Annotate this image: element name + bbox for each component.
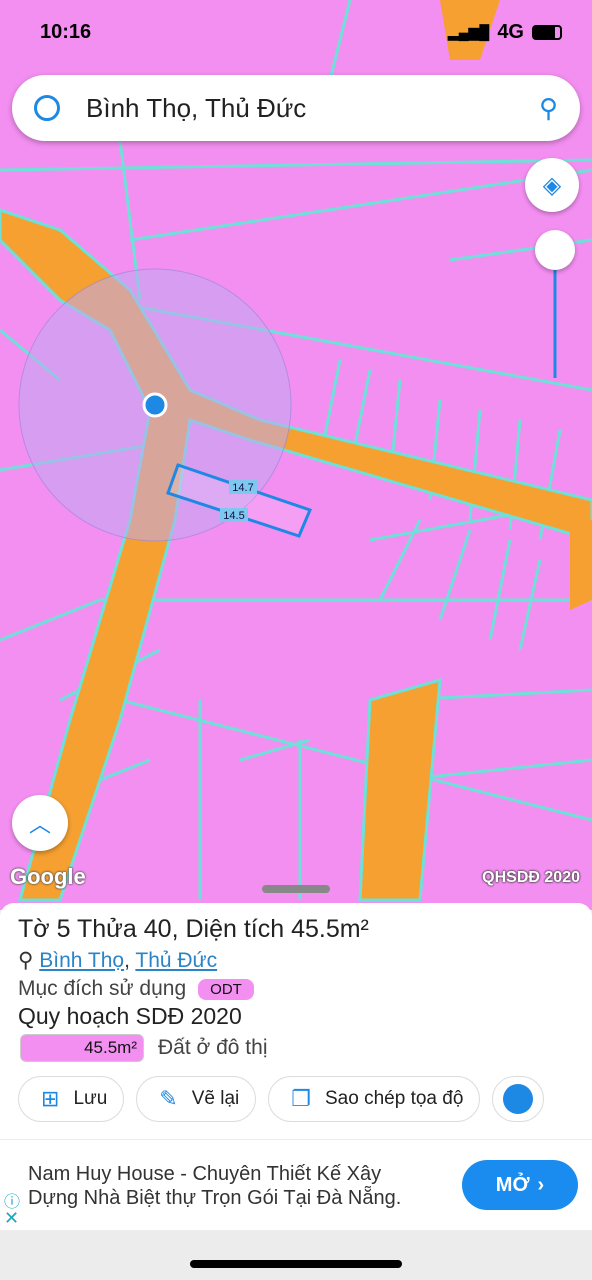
ad-text: Nam Huy House - Chuyên Thiết Kế Xây Dựng… (28, 1163, 402, 1209)
more-action-button[interactable] (492, 1076, 545, 1122)
district-link[interactable]: Thủ Đức (135, 949, 217, 972)
copy-coordinates-button[interactable]: ❐ Sao chép tọa độ (268, 1076, 481, 1122)
search-icon[interactable]: ⚲ (539, 93, 558, 124)
save-file-icon: ⊞ (41, 1086, 60, 1111)
plan-type: Đất ở đô thị (158, 1036, 268, 1059)
purpose-label: Mục đích sử dụng (18, 977, 187, 1000)
sheet-drag-handle[interactable] (262, 885, 330, 893)
search-input[interactable]: Bình Thọ, Thủ Đức (86, 93, 539, 124)
google-logo: Google (10, 864, 86, 889)
plan-area: 45.5m² (20, 1034, 144, 1062)
map-layer-label: QHSDĐ 2020 (482, 869, 580, 886)
battery-icon (532, 24, 562, 40)
clock: 10:16 (40, 20, 92, 43)
purpose-badge: ODT (198, 978, 254, 1000)
ad-open-button[interactable]: MỞ › (462, 1160, 578, 1210)
pin-icon: ⚲ (18, 949, 34, 972)
road-east (358, 677, 442, 902)
ward-link[interactable]: Bình Thọ (39, 949, 124, 972)
layers-icon: ◈ (542, 171, 562, 199)
network-label: 4G (497, 20, 524, 43)
chevron-right-icon: › (537, 1173, 545, 1196)
plan-title: Quy hoạch SDĐ 2020 (18, 1003, 242, 1029)
ad-banner[interactable]: ⓘ ✕ Nam Huy House - Chuyên Thiết Kế Xây … (0, 1140, 592, 1230)
parcel-title: Tờ 5 Thửa 40, Diện tích 45.5m² (18, 915, 369, 943)
status-bar: 10:16 ▂▄▆█ 4G (0, 0, 592, 64)
edge-length-top: 14.7 (232, 482, 253, 494)
edge-length-bottom: 14.5 (223, 510, 244, 522)
layers-button[interactable]: ◈ (525, 158, 579, 212)
road-northeast (570, 520, 592, 610)
signal-icon: ▂▄▆█ (447, 23, 490, 40)
ad-close-icon[interactable]: ✕ (4, 1208, 19, 1229)
search-bar[interactable]: Bình Thọ, Thủ Đức ⚲ (12, 75, 580, 141)
home-indicator (190, 1260, 402, 1268)
parcel-info-sheet: Tờ 5 Thửa 40, Diện tích 45.5m² ⚲ Bình Th… (0, 885, 592, 1139)
parcel-location: ⚲ Bình Thọ, Thủ Đức (18, 949, 218, 972)
zoom-slider-handle[interactable] (535, 230, 575, 270)
copy-icon: ❐ (291, 1086, 311, 1111)
expand-up-button[interactable]: ︿ (12, 795, 68, 851)
save-button[interactable]: ⊞ Lưu (18, 1076, 125, 1122)
account-icon[interactable] (34, 95, 60, 121)
redraw-icon: ✎ (159, 1086, 178, 1111)
chevron-up-icon: ︿ (28, 812, 51, 837)
current-location-dot[interactable] (142, 392, 168, 418)
redraw-button[interactable]: ✎ Vẽ lại (136, 1076, 257, 1122)
